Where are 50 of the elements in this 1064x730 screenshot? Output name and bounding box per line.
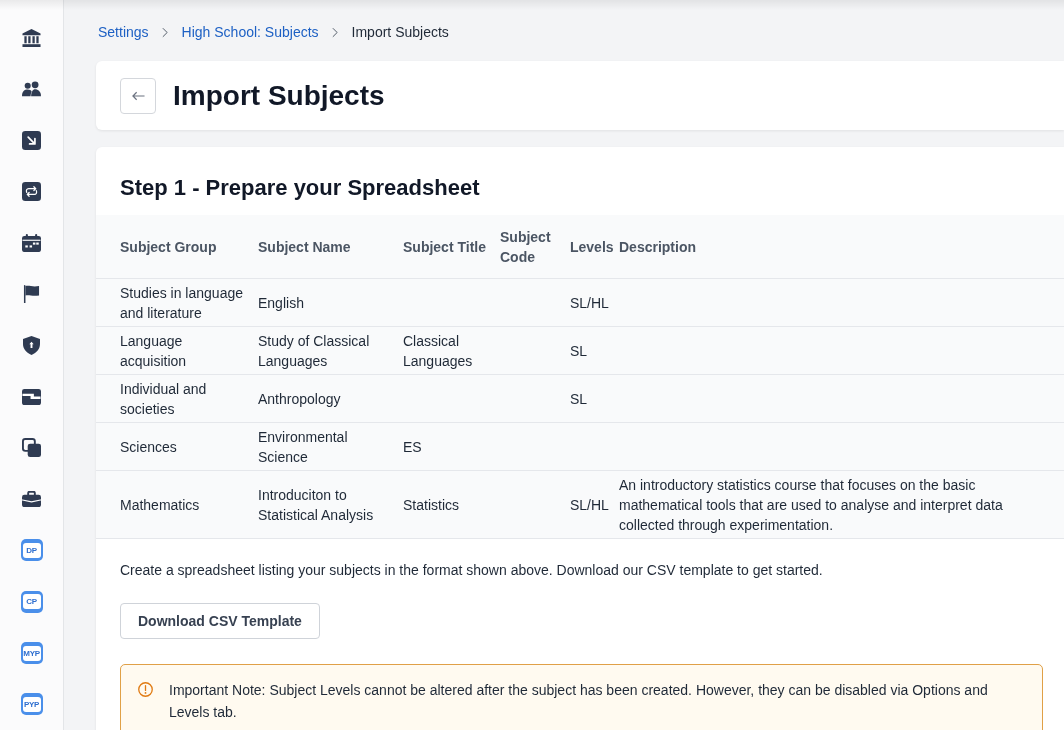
briefcase-icon[interactable] (22, 491, 41, 508)
people-icon[interactable] (22, 81, 41, 97)
table-cell-text: Studies in language and literature (119, 284, 244, 323)
sidebar-tile[interactable]: MYP (20, 642, 43, 664)
card-icon[interactable] (22, 388, 41, 405)
column-header: Levels (570, 238, 615, 257)
column-header: Subject Title (403, 238, 487, 257)
table-cell-text: Environmental Science (258, 428, 349, 467)
table-cell-text: English (258, 294, 305, 313)
exclamation-circle-icon (138, 682, 153, 697)
sidebar-tile[interactable]: DP (20, 539, 43, 562)
table-cell-text: ES (403, 438, 423, 457)
calendar-icon[interactable] (22, 233, 41, 252)
table-cell-text: Sciences (119, 438, 178, 457)
table-cell-text: SL/HL (570, 294, 610, 313)
table-cell-text: SL (570, 390, 589, 409)
table-cell-text: Statistics (403, 496, 460, 515)
chevron-right-icon (161, 26, 168, 38)
table-cell-text: Classical Languages (403, 332, 474, 371)
table-cell-text: Language acquisition (119, 332, 188, 371)
sidebar-tile[interactable]: CP (20, 590, 43, 613)
table-cell-text: Anthropology (258, 390, 342, 409)
column-header: Subject Name (258, 238, 352, 257)
column-header: Description (619, 238, 697, 257)
arrow-square-icon[interactable] (22, 130, 41, 150)
arrow-left-icon (131, 91, 145, 101)
table-cell-text: Introduciton to Statistical Analysis (258, 486, 375, 525)
breadcrumb-current: Import Subjects (351, 24, 449, 40)
table-cell-text: SL (570, 342, 589, 361)
column-header: Subject Code (500, 228, 552, 267)
instructions-text: Create a spreadsheet listing your subjects in the format shown above. Download our CSV template to get started. (120, 561, 824, 580)
chevron-right-icon (331, 26, 338, 38)
flag-icon[interactable] (23, 284, 40, 304)
step-title: Step 1 - Prepare your Spreadsheet (120, 175, 481, 201)
bank-icon[interactable] (22, 28, 41, 47)
table-cell-text: An introductory statistics course that focuses on the basic mathematical tools that are used to analyse and interpret data collected through experimentation. (619, 476, 1004, 535)
page-title: Import Subjects (173, 79, 385, 112)
table-cell-text: Study of Classical Languages (258, 332, 371, 371)
note-text: Important Note: Subject Levels cannot be altered after the subject has been created. However, they can be disabled via Options and Levels tab. (169, 681, 989, 722)
table-cell-text: Individual and societies (119, 380, 208, 419)
overlapping-squares-icon[interactable] (22, 438, 41, 458)
breadcrumb-link[interactable]: High School: Subjects (181, 24, 319, 40)
swap-arrows-icon[interactable] (22, 182, 41, 201)
shield-icon[interactable] (23, 335, 40, 355)
sidebar-tile[interactable]: PYP (20, 693, 43, 716)
table-cell-text: Mathematics (119, 496, 201, 515)
breadcrumb-link[interactable]: Settings (98, 24, 149, 40)
column-header: Subject Group (119, 238, 218, 257)
table-cell-text: SL/HL (570, 496, 610, 515)
download-csv-button[interactable]: Download CSV Template (120, 603, 320, 639)
